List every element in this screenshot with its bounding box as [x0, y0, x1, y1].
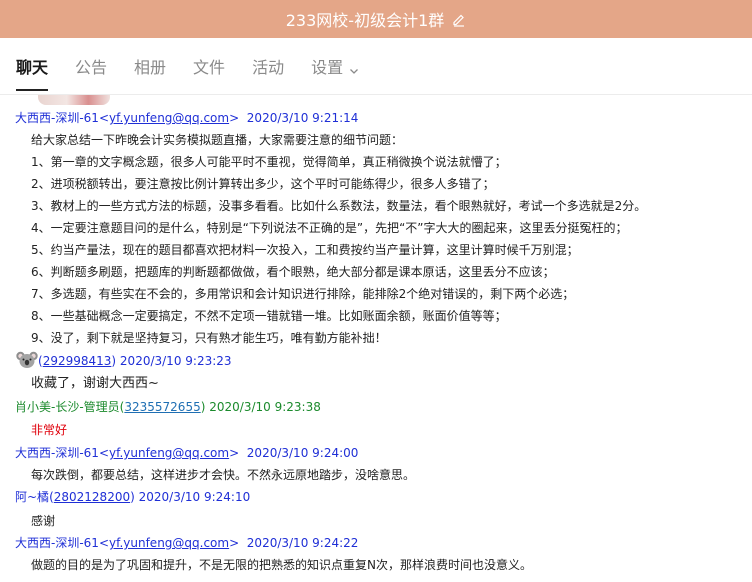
message-line: 7、多选题，有些实在不会的，多用常识和会计知识进行排除，能排除2个绝对错误的，剩… [31, 287, 575, 301]
message-line: 非常好 [31, 423, 68, 437]
tab-chat[interactable]: 聊天 [16, 54, 49, 91]
message-line: 收藏了，谢谢大西西~ [31, 376, 159, 391]
tab-album[interactable]: 相册 [134, 54, 166, 78]
tab-album-label: 相册 [134, 58, 167, 77]
message-time: 2020/3/10 9:21:14 [246, 111, 359, 125]
sender-qq[interactable]: 2802128200 [54, 490, 130, 504]
message-line: 每次跌倒，都要总结，这样进步才会快。不然永远原地踏步，没啥意思。 [31, 468, 416, 482]
message-line: 8、一些基础概念一定要搞定，不然不定项一错就错一堆。比如账面余额，账面价值等等； [31, 309, 507, 323]
tab-bar: 聊天 公告 相册 文件 活动 设置 [0, 38, 752, 95]
tab-chat-label: 聊天 [16, 58, 49, 77]
sender-name[interactable]: 大西西-深圳-61 [15, 536, 99, 550]
koala-avatar[interactable] [16, 350, 38, 370]
message-header: (292998413) 2020/3/10 9:23:23 [38, 354, 232, 368]
sender-name[interactable]: 大西西-深圳-61 [15, 446, 99, 460]
sender-name[interactable]: 大西西-深圳-61 [15, 111, 99, 125]
sender-email[interactable]: yf.yunfeng@qq.com [109, 446, 229, 460]
message-header: 大西西-深圳-61<yf.yunfeng@qq.com> 2020/3/10 9… [15, 446, 359, 460]
message-line: 1、第一章的文字概念题，很多人可能平时不重视，觉得简单，真正稍微换个说法就懵了； [31, 155, 507, 169]
message-time: 2020/3/10 9:24:10 [138, 490, 251, 504]
chevron-down-icon [349, 61, 359, 74]
tab-files-label: 文件 [193, 58, 226, 77]
message-header: 大西西-深圳-61<yf.yunfeng@qq.com> 2020/3/10 9… [15, 536, 359, 550]
message-time: 2020/3/10 9:23:38 [209, 400, 321, 414]
message-line: 2、进项税额转出，要注意按比例计算转出多少，这个平时可能练得少，很多人多错了； [31, 177, 495, 191]
message-line: 感谢 [31, 514, 56, 528]
window-title: 233网校-初级会计1群 [285, 11, 445, 30]
tab-settings[interactable]: 设置 [311, 54, 359, 78]
message-line: 给大家总结一下昨晚会计实务模拟题直播，大家需要注意的细节问题： [31, 133, 404, 147]
message-line: 5、约当产量法，现在的题目都喜欢把材料一次投入，工和费按约当产量计算，这里计算时… [31, 243, 579, 257]
tab-notice[interactable]: 公告 [75, 54, 107, 78]
title-bar: 233网校-初级会计1群 [0, 0, 752, 38]
sender-qq[interactable]: 292998413 [43, 354, 112, 368]
sender-email[interactable]: yf.yunfeng@qq.com [109, 111, 229, 125]
tab-files[interactable]: 文件 [193, 54, 225, 78]
message-line: 3、教材上的一些方式方法的标题，没事多看看。比如什么系数法，数量法，看个眼熟就好… [31, 199, 647, 213]
sticker-image [38, 95, 110, 105]
tab-settings-label: 设置 [311, 58, 344, 77]
edit-icon[interactable] [452, 12, 466, 27]
message-time: 2020/3/10 9:24:22 [246, 536, 359, 550]
message-line: 6、判断题多刷题，把题库的判断题都做做，看个眼熟，绝大部分都是课本原话，这里丢分… [31, 265, 555, 279]
tab-activity-label: 活动 [252, 58, 285, 77]
message-time: 2020/3/10 9:23:23 [119, 354, 232, 368]
tab-notice-label: 公告 [75, 58, 108, 77]
message-header: 阿~橘(2802128200) 2020/3/10 9:24:10 [15, 490, 251, 504]
sender-email[interactable]: yf.yunfeng@qq.com [109, 536, 229, 550]
sender-qq[interactable]: 3235572655 [124, 400, 200, 414]
message-header: 肖小美-长沙-管理员(3235572655) 2020/3/10 9:23:38 [15, 400, 321, 414]
message-line: 4、一定要注意题目问的是什么，特别是“下列说法不正确的是”，先把“不”字大大的圈… [31, 221, 628, 235]
message-header: 大西西-深圳-61<yf.yunfeng@qq.com> 2020/3/10 9… [15, 111, 359, 125]
tab-activity[interactable]: 活动 [252, 54, 284, 78]
message-line: 做题的目的是为了巩固和提升，不是无限的把熟悉的知识点重复N次，那样浪费时间也没意… [31, 558, 532, 572]
chat-log[interactable]: 大西西-深圳-61<yf.yunfeng@qq.com> 2020/3/10 9… [0, 95, 752, 582]
message-line: 9、没了，剩下就是坚持复习，只有熟才能生巧，唯有勤方能补拙！ [31, 331, 387, 345]
sender-name[interactable]: 肖小美-长沙-管理员 [15, 400, 120, 414]
message-time: 2020/3/10 9:24:00 [246, 446, 359, 460]
sender-name[interactable]: 阿~橘 [15, 490, 49, 504]
